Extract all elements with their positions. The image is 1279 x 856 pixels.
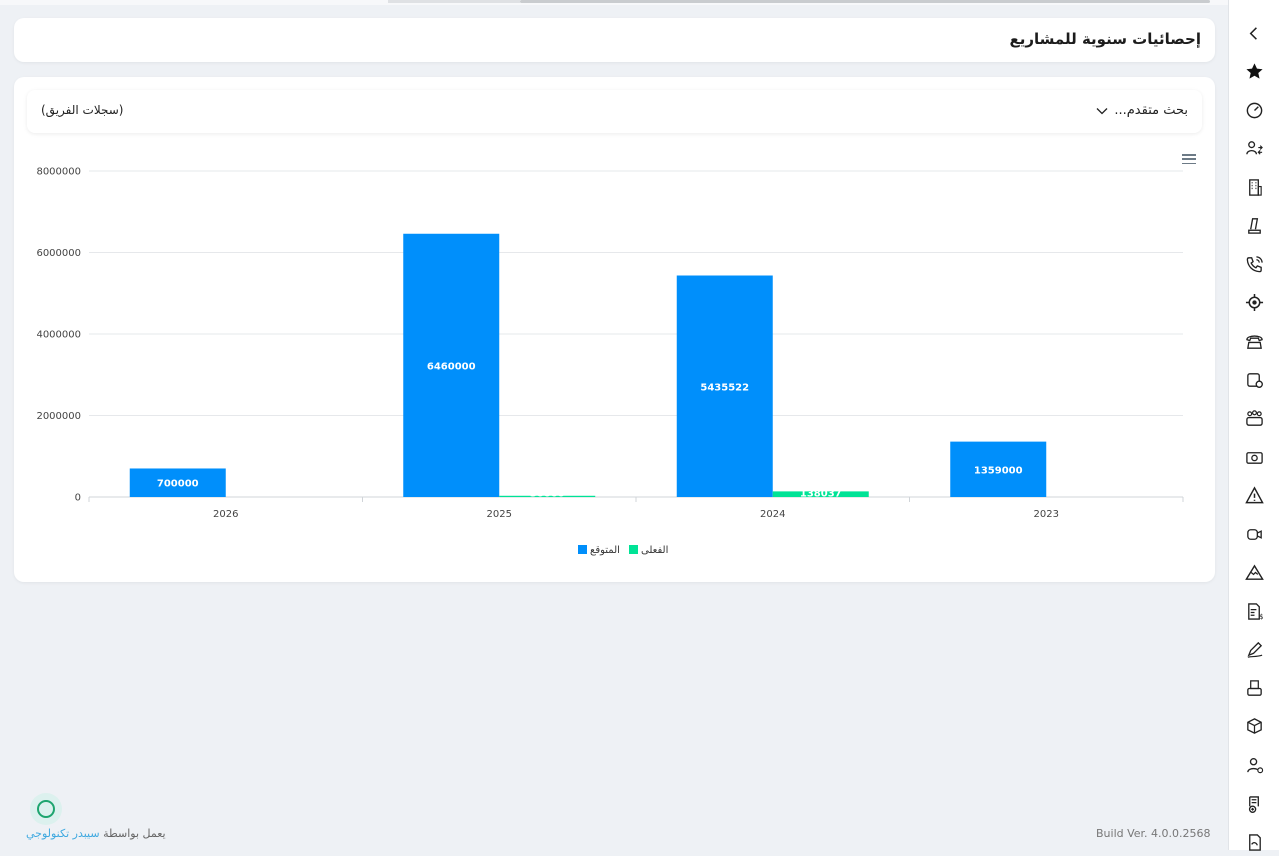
phone-call-icon[interactable] [1241,251,1267,277]
data-label: 1359000 [974,465,1023,476]
x-tick-label: 2024 [760,509,785,520]
x-tick-label: 2026 [213,509,238,520]
pen-icon[interactable] [1241,637,1267,663]
footer-brand-link[interactable]: سيبدر تكنولوجي [26,827,100,840]
legend-label[interactable]: الفعلى [641,545,668,556]
dashboard-icon[interactable] [1241,97,1267,123]
star-icon[interactable] [1241,59,1267,85]
right-sidebar: $ [1228,0,1279,851]
y-tick-label: 4000000 [36,330,81,341]
help-fab-button[interactable] [30,793,62,825]
box-icon[interactable] [1241,714,1267,740]
legend-marker[interactable] [578,545,587,554]
data-label: 5435522 [700,382,749,393]
loader-ring-icon [37,800,55,818]
doc-hand-icon[interactable] [1241,830,1267,856]
money-icon[interactable] [1241,444,1267,470]
chart-svg: 0 2000000 4000000 6000000 8000000 2026 700000 2… [36,167,1184,556]
warning-icon[interactable] [1241,483,1267,509]
page-title: إحصائيات سنوية للمشاريع [1009,30,1202,48]
y-tick-label: 8000000 [36,167,81,178]
mountain-icon[interactable] [1241,560,1267,586]
printer-doc-icon[interactable] [1241,675,1267,701]
y-tick-label: 0 [75,493,81,504]
target-icon[interactable] [1241,290,1267,316]
scroll-thumb[interactable] [520,0,1210,3]
svg-text:$: $ [1259,613,1263,621]
invoice-icon[interactable]: $ [1241,598,1267,624]
tool-icon[interactable] [1241,213,1267,239]
footer-powered: يعمل بواسطة سيبدر تكنولوجي [26,827,166,840]
top-scrollbar[interactable] [0,0,1230,5]
users-swap-icon[interactable] [1241,136,1267,162]
data-label: 30000 [530,489,565,500]
telephone-icon[interactable] [1241,328,1267,354]
y-tick-label: 6000000 [36,248,81,259]
chevron-left-icon[interactable] [1241,20,1267,46]
group-icon[interactable] [1241,406,1267,432]
building-icon[interactable] [1241,174,1267,200]
x-tick-label: 2025 [487,509,512,520]
data-label: 6460000 [427,361,476,372]
data-label: 138037 [800,489,842,500]
doc-add-icon[interactable] [1241,791,1267,817]
legend-label[interactable]: المتوقع [590,545,620,556]
chart-card: بحث متقدم... (سجلات الفريق) 0 2000000 4000… [14,77,1215,582]
scroll-track [388,0,520,3]
user-money-icon[interactable] [1241,752,1267,778]
x-tick-label: 2023 [1034,509,1059,520]
calendar-settings-icon[interactable] [1241,367,1267,393]
title-card: إحصائيات سنوية للمشاريع [14,18,1215,62]
legend-marker[interactable] [629,545,638,554]
data-label: 700000 [157,479,199,490]
y-tick-label: 2000000 [36,411,81,422]
footer-powered-label: يعمل بواسطة [103,827,166,840]
video-icon[interactable] [1241,521,1267,547]
footer-build: Build Ver. 4.0.0.2568 [1096,827,1211,840]
